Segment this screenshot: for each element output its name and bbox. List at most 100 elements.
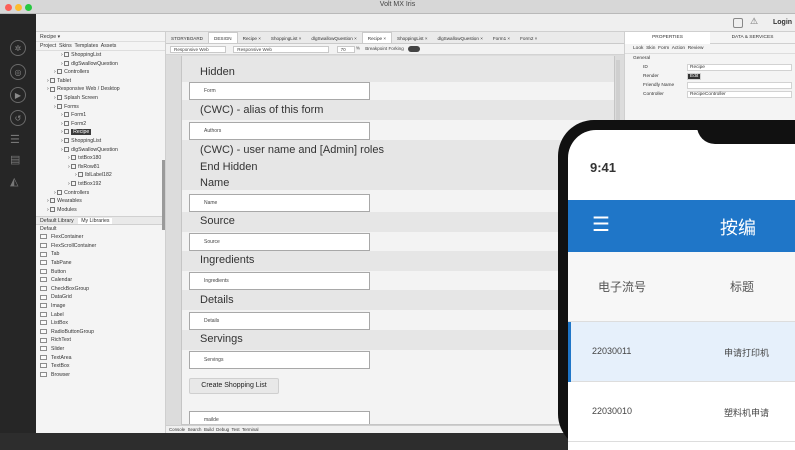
table-row[interactable]: 22030010 塑料机申请 bbox=[568, 382, 795, 442]
details-heading[interactable]: Details bbox=[200, 294, 234, 306]
tree-item[interactable]: › dlgSwallowQuestion bbox=[36, 60, 165, 69]
window-layout-icon[interactable] bbox=[733, 18, 743, 28]
tree-item[interactable]: › txtBox180 bbox=[36, 154, 165, 163]
editor-tab[interactable]: Form2 × bbox=[515, 33, 542, 44]
prop-render-button[interactable]: Edit bbox=[687, 73, 701, 80]
library-item[interactable]: Slider bbox=[36, 345, 165, 354]
name-heading[interactable]: Name bbox=[200, 177, 229, 189]
tree-item[interactable]: › Tablet bbox=[36, 77, 165, 86]
library-item[interactable]: Button bbox=[36, 268, 165, 277]
editor-tab[interactable]: ShoppingList × bbox=[266, 33, 307, 44]
subtab-look[interactable]: Look bbox=[633, 46, 643, 51]
table-row[interactable]: 22030011 申请打印机 bbox=[568, 322, 795, 382]
tree-item[interactable]: › Recipe bbox=[36, 128, 165, 137]
tab-data-services[interactable]: DATA & SERVICES bbox=[710, 32, 795, 44]
cwc-roles-label[interactable]: (CWC) - user name and [Admin] roles bbox=[200, 144, 384, 156]
tree-item[interactable]: › Modules bbox=[36, 206, 165, 215]
tab-build[interactable]: Build bbox=[204, 427, 214, 432]
user-icon[interactable]: ⚠ bbox=[750, 16, 758, 27]
library-item[interactable]: FlexScrollContainer bbox=[36, 242, 165, 251]
tab-test[interactable]: Test bbox=[231, 427, 239, 432]
tree-item[interactable]: › Splash Screen bbox=[36, 94, 165, 103]
editor-tab[interactable]: DESIGN bbox=[208, 32, 238, 43]
bottom-field[interactable]: mailde bbox=[189, 411, 370, 424]
subtab-skin[interactable]: Skin bbox=[646, 46, 655, 51]
library-item[interactable]: CheckBoxGroup bbox=[36, 285, 165, 294]
target-icon[interactable]: ◎ bbox=[10, 64, 26, 80]
panel-scrollbar[interactable] bbox=[162, 160, 165, 230]
chart-icon[interactable]: ◭ bbox=[10, 175, 18, 188]
tree-item[interactable]: › dlgSwallowQuestion bbox=[36, 146, 165, 155]
tree-item[interactable]: › ShoppingList bbox=[36, 51, 165, 60]
prop-friendly-input[interactable] bbox=[687, 82, 792, 89]
tree-item[interactable]: › txtBox192 bbox=[36, 180, 165, 189]
tab-debug[interactable]: Debug bbox=[216, 427, 229, 432]
tab-default-library[interactable]: Default Library bbox=[40, 218, 74, 224]
library-item[interactable]: TextBox bbox=[36, 362, 165, 371]
device-select-1[interactable]: Responsive Web bbox=[170, 46, 226, 53]
create-shopping-list-button[interactable]: Create Shopping List bbox=[189, 378, 279, 394]
library-item[interactable]: DataGrid bbox=[36, 293, 165, 302]
ingredients-heading[interactable]: Ingredients bbox=[200, 254, 254, 266]
align-icon[interactable]: ☰ bbox=[10, 133, 20, 146]
editor-tab[interactable]: dlgSwallowQuestion × bbox=[306, 33, 361, 44]
library-item[interactable]: FlexContainer bbox=[36, 233, 165, 242]
tree-item[interactable]: › Form1 bbox=[36, 111, 165, 120]
tree-item[interactable]: › Form2 bbox=[36, 120, 165, 129]
prop-id-input[interactable]: Recipe bbox=[687, 64, 792, 71]
tab-project[interactable]: Project bbox=[40, 43, 56, 49]
breakpoint-forking-toggle[interactable] bbox=[408, 45, 421, 52]
tab-templates[interactable]: Templates bbox=[75, 43, 99, 49]
general-section[interactable]: General bbox=[625, 54, 795, 63]
play-icon[interactable]: ▶ bbox=[10, 87, 26, 103]
tree-item[interactable]: › Controllers bbox=[36, 189, 165, 198]
tab-skins[interactable]: Skins bbox=[59, 43, 72, 49]
ingredients-field[interactable]: Ingredients bbox=[189, 272, 370, 290]
library-item[interactable]: Browser bbox=[36, 371, 165, 380]
details-field[interactable]: Details bbox=[189, 312, 370, 330]
tab-console[interactable]: Console bbox=[169, 427, 185, 432]
zoom-select[interactable]: 70 bbox=[336, 46, 355, 53]
tree-item[interactable]: › Forms bbox=[36, 103, 165, 112]
tree-item[interactable]: › Controllers bbox=[36, 68, 165, 77]
tab-properties[interactable]: PROPERTIES bbox=[625, 32, 710, 44]
servings-heading[interactable]: Servings bbox=[200, 333, 243, 345]
subtab-form[interactable]: Form bbox=[658, 46, 669, 51]
source-field[interactable]: Source bbox=[189, 233, 370, 251]
tree-item[interactable]: › Wearables bbox=[36, 197, 165, 206]
source-heading[interactable]: Source bbox=[200, 215, 235, 227]
tab-terminal[interactable]: Terminal bbox=[242, 427, 259, 432]
name-field[interactable]: Name bbox=[189, 194, 370, 212]
device-select-2[interactable]: Responsive Web bbox=[233, 46, 330, 53]
library-item[interactable]: RadioButtonGroup bbox=[36, 328, 165, 337]
prop-controller-input[interactable]: RecipeController bbox=[687, 91, 792, 98]
grid-icon[interactable]: ▤ bbox=[10, 153, 20, 166]
editor-tab[interactable]: Recipe × bbox=[361, 32, 393, 43]
library-item[interactable]: Image bbox=[36, 302, 165, 311]
project-selector[interactable]: Recipe ▾ bbox=[36, 32, 165, 42]
login-button[interactable]: Login bbox=[773, 19, 792, 26]
tree-item[interactable]: › Responsive Web / Desktop bbox=[36, 85, 165, 94]
end-hidden-label[interactable]: End Hidden bbox=[200, 161, 258, 173]
library-item[interactable]: Calendar bbox=[36, 276, 165, 285]
library-group[interactable]: Default bbox=[36, 225, 165, 233]
library-item[interactable]: ListBox bbox=[36, 319, 165, 328]
library-item[interactable]: TabPane bbox=[36, 259, 165, 268]
subtab-action[interactable]: Action bbox=[672, 46, 685, 51]
library-item[interactable]: RichText bbox=[36, 336, 165, 345]
tree-item[interactable]: › lblLabel182 bbox=[36, 171, 165, 180]
subtab-review[interactable]: Review bbox=[688, 46, 704, 51]
menu-icon[interactable]: ☰ bbox=[592, 212, 610, 237]
library-item[interactable]: Label bbox=[36, 311, 165, 320]
history-icon[interactable]: ↺ bbox=[10, 110, 26, 126]
tab-my-libraries[interactable]: My Libraries bbox=[78, 218, 113, 225]
editor-tab[interactable]: ShoppingList × bbox=[392, 33, 433, 44]
editor-tab[interactable]: dlgSwallowQuestion × bbox=[433, 33, 488, 44]
settings-icon[interactable]: ✲ bbox=[10, 40, 26, 56]
tree-item[interactable]: › flxRow81 bbox=[36, 163, 165, 172]
library-item[interactable]: Tab bbox=[36, 250, 165, 259]
library-item[interactable]: TextArea bbox=[36, 354, 165, 363]
tree-item[interactable]: › ShoppingList bbox=[36, 137, 165, 146]
tab-assets[interactable]: Assets bbox=[101, 43, 117, 49]
cwc-alias-label[interactable]: (CWC) - alias of this form bbox=[200, 104, 323, 116]
